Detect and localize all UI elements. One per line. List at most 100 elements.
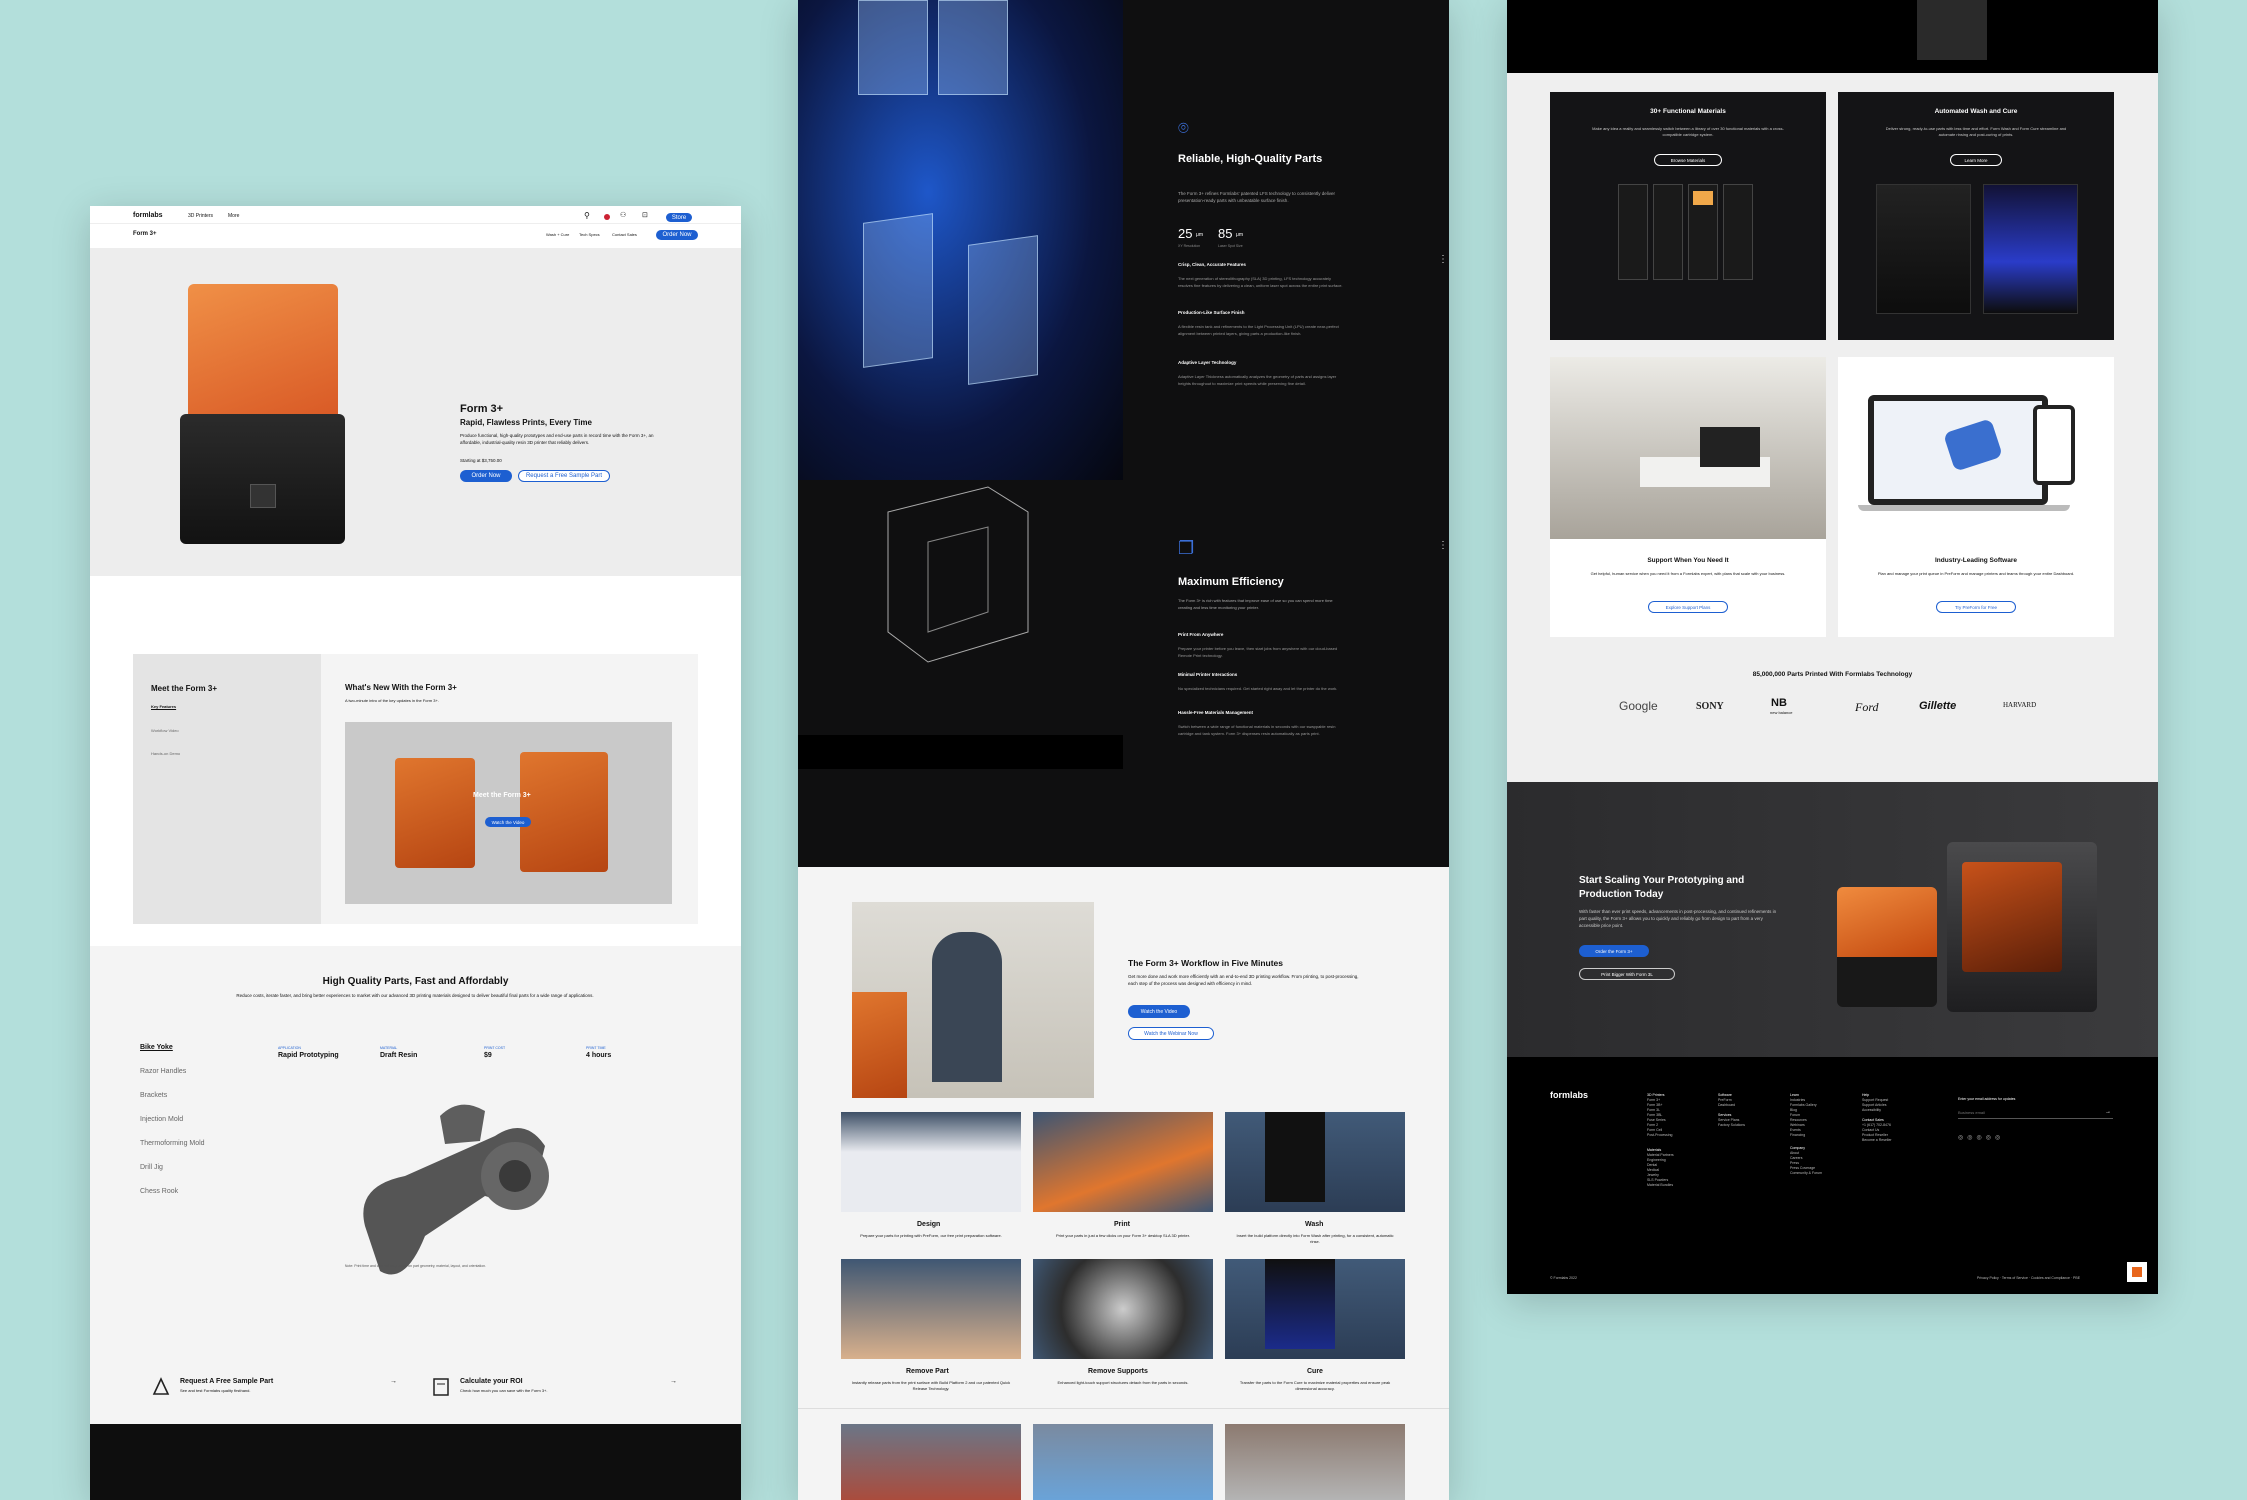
step-title: Print [1114,1221,1130,1228]
sidebar-item-demo[interactable]: Hands-on Demo [151,751,180,756]
cta-roi-title[interactable]: Calculate your ROI [460,1378,523,1385]
top-nav: formlabs 3D Printers More ⚲ ⚇ ⊡ Store [90,206,741,224]
social-icons: ◎◎◎◎◎ [1958,1134,2028,1141]
step-title: Cure [1307,1368,1323,1375]
hero-title: Form 3+ [460,403,504,415]
search-icon[interactable]: ⚲ [584,211,590,220]
hero-subtitle: Rapid, Flawless Prints, Every Time [460,418,592,427]
step-remove-supports-image [1033,1259,1213,1359]
workflow-description: Get more done and work more efficiently … [1128,974,1359,986]
feature-heading: Minimal Printer Interactions [1178,672,1238,677]
nav-more[interactable]: More [228,213,239,219]
scale-title: Start Scaling Your Prototyping and Produ… [1579,875,1745,900]
new-balance-icon: NB [1771,697,1787,709]
part-list-item[interactable]: Injection Mold [140,1116,183,1123]
ecosystem-page-panel: 30+ Functional Materials Make any idea a… [1507,0,2158,1294]
card-title: Support When You Need It [1647,557,1729,564]
footer-link[interactable]: Become a Reseller [1862,1138,1926,1143]
learn-more-button[interactable]: Learn More [1950,154,2002,166]
step-design-image [841,1112,1021,1212]
step-description: Print your parts in just a few clicks on… [1056,1233,1190,1238]
linkedin-icon[interactable]: ◎ [1986,1135,1995,1141]
copyright: © Formlabs 2022 [1550,1276,1577,1280]
spec-label: PRINT TIME [586,1046,606,1050]
printer-wireframe-image [887,486,1029,663]
browse-materials-button[interactable]: Browse Materials [1654,154,1722,166]
footer-logo[interactable]: formlabs [1550,1090,1588,1100]
request-sample-button[interactable]: Request a Free Sample Part [518,470,610,482]
part-list-item[interactable]: Bike Yoke [140,1044,173,1051]
form3l-printer-image [1947,842,2097,1012]
form3l-button[interactable]: Print Bigger With Form 3L [1579,968,1675,980]
stat-label: Laser Spot Size [1218,244,1243,248]
footer-column: Help Support Request Support Articles Ac… [1862,1093,1926,1143]
feature-text: No specialized technicians required. Get… [1178,686,1338,691]
instagram-icon[interactable]: ◎ [1977,1135,1986,1141]
watch-webinar-button[interactable]: Watch the Webinar Now [1128,1027,1214,1040]
part-list-item[interactable]: Brackets [140,1092,167,1099]
order-now-button[interactable]: Order Now [460,470,512,482]
parts-title: High Quality Parts, Fast and Affordably [322,976,509,987]
cta-roi-subtitle: Check how much you can save with the For… [460,1388,548,1393]
step-print-image [1033,1112,1213,1212]
step-wash-image [1225,1112,1405,1212]
sidebar-item-key-features[interactable]: Key Features [151,704,176,709]
watch-video-button[interactable]: Watch the Video [1128,1005,1190,1018]
order-form3-button[interactable]: Order the Form 3+ [1579,945,1649,957]
explore-support-button[interactable]: Explore Support Plans [1648,601,1728,613]
form3-printer-image [180,284,345,544]
divider [798,1408,1449,1409]
legal-links[interactable]: Privacy Policy · Terms of Service · Cook… [1977,1276,2080,1280]
printed-parts-image [798,0,1123,480]
cta-sample-title[interactable]: Request A Free Sample Part [180,1378,273,1385]
formlabs-logo[interactable]: formlabs [133,212,163,219]
sidebar-item-workflow[interactable]: Workflow Video [151,728,179,733]
newsletter-label: Enter your email address for updates [1958,1097,2016,1101]
watch-video-button[interactable]: Watch the Video [485,817,531,827]
submit-arrow-icon[interactable]: → [2105,1109,2111,1115]
card-description: Get helpful, human service when you need… [1590,571,1786,576]
arrow-right-icon[interactable]: → [390,1378,397,1385]
footer-link[interactable]: Material Bundles [1647,1183,1707,1188]
spec-value: Draft Resin [380,1052,418,1059]
presenter-video-image[interactable] [852,902,1094,1098]
stat-unit: μm [1236,232,1244,238]
more-options-icon[interactable]: ⋮ [1438,254,1448,265]
footer-link[interactable]: Factory Solutions [1718,1123,1778,1128]
part-list-item[interactable]: Drill Jig [140,1164,163,1171]
user-icon[interactable]: ⚇ [620,211,626,219]
video-thumbnail[interactable]: Meet the Form 3+ Watch the Video [345,722,672,904]
workflow-title: The Form 3+ Workflow in Five Minutes [1128,958,1283,968]
step-title: Remove Supports [1088,1368,1148,1375]
feature-text: Prepare your printer before you leave, t… [1178,646,1338,658]
twitter-icon[interactable]: ◎ [1967,1135,1976,1141]
flag-icon[interactable] [604,214,610,220]
hero-price: Starting at $3,750.00 [460,458,502,463]
sub-nav-link[interactable]: Contact Sales [612,232,637,237]
part-list-item[interactable]: Razor Handles [140,1068,186,1075]
cart-icon[interactable]: ⊡ [642,211,648,219]
spec-label: MATERIAL [380,1046,398,1050]
sub-nav-link[interactable]: Tech Specs [579,232,600,237]
step-remove-part-image [841,1259,1021,1359]
card-description: Make any idea a reality and seamlessly s… [1592,126,1784,137]
more-options-icon[interactable]: ⋮ [1438,540,1448,551]
store-button[interactable]: Store [666,213,692,222]
ford-logo: Ford [1855,700,1879,714]
sub-nav-link[interactable]: Wash + Cure [546,232,569,237]
nav-3d-printers[interactable]: 3D Printers [188,213,213,219]
card-description: Plan and manage your print queue in PreF… [1877,571,2075,576]
youtube-icon[interactable]: ◎ [1995,1135,2004,1141]
preform-laptop-image [1858,395,2078,515]
newsletter-email-input[interactable] [1958,1107,2113,1119]
part-list-item[interactable]: Thermoforming Mold [140,1140,205,1147]
chat-widget-icon[interactable] [2127,1262,2147,1282]
facebook-icon[interactable]: ◎ [1958,1135,1967,1141]
part-list-item[interactable]: Chess Rook [140,1188,178,1195]
feature-heading: Production-Like Surface Finish [1178,310,1245,315]
efficiency-intro: The Form 3+ is rich with features that i… [1178,598,1333,610]
arrow-right-icon[interactable]: → [670,1378,677,1385]
try-preform-button[interactable]: Try PreForm for Free [1936,601,2016,613]
footer-link[interactable]: Community & Forum [1790,1171,1850,1176]
order-now-nav-button[interactable]: Order Now [656,230,698,240]
